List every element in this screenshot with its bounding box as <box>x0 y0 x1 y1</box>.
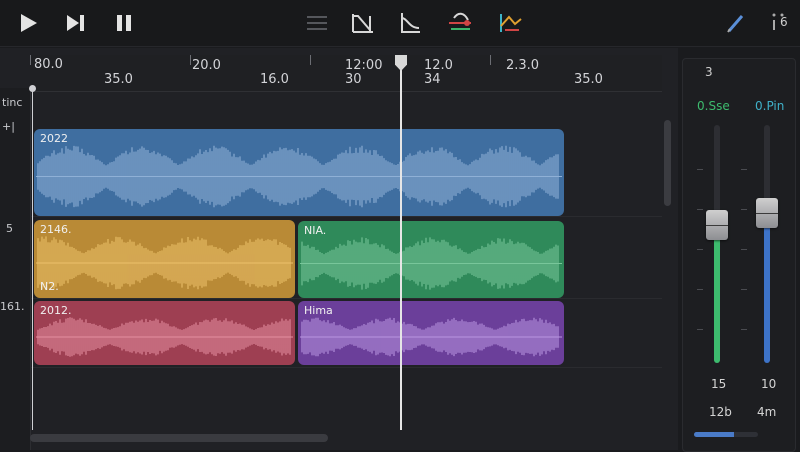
time-ruler[interactable]: 80.0 35.0 20.0 16.0 12:00 30 12.0 34 2.3… <box>30 55 662 92</box>
fader-level-2 <box>764 213 770 363</box>
play-icon <box>21 14 37 32</box>
audio-clip[interactable]: 2146. N2. <box>34 220 295 298</box>
menu-button[interactable] <box>303 9 331 37</box>
scale-tick <box>697 169 703 170</box>
pencil-icon <box>727 15 744 33</box>
channel-sub: 12b <box>709 405 732 419</box>
vertical-scrollbar[interactable] <box>664 120 671 206</box>
ruler-label: 30 <box>345 72 362 87</box>
scale-tick <box>741 329 747 330</box>
clip-label: Hima <box>304 304 333 317</box>
output-meter-level <box>694 432 734 437</box>
clip-label: 2146. <box>40 223 72 236</box>
mix-tool-button[interactable] <box>446 9 474 37</box>
curve-tool-button[interactable] <box>497 9 525 37</box>
envelope-tool-button[interactable] <box>396 9 424 37</box>
fader-knob-2[interactable] <box>756 198 778 228</box>
mixer-title: 3 <box>705 65 713 79</box>
fader-knob-1[interactable] <box>706 210 728 240</box>
waveform <box>36 145 562 208</box>
playhead[interactable] <box>400 62 402 430</box>
clip-label: NIA. <box>304 224 327 237</box>
ruler-label: 12:00 <box>345 58 383 73</box>
curve-icon <box>500 14 522 32</box>
scale-tick <box>697 209 703 210</box>
fader-level-1 <box>714 225 720 363</box>
scale-tick <box>697 329 703 330</box>
ruler-label: 34 <box>424 72 441 87</box>
envelope-icon <box>401 13 420 33</box>
ruler-label: 16.0 <box>260 72 289 87</box>
mixer-panel: 3 0.Sse 0.Pin 15 10 12b 4m <box>682 58 796 452</box>
skip-forward-icon <box>67 15 84 31</box>
track-header-label: 5 <box>6 222 13 235</box>
audio-clip[interactable]: 2022 <box>34 129 564 216</box>
waveform <box>300 237 562 290</box>
scale-tick <box>741 209 747 210</box>
ruler-tick <box>490 55 491 65</box>
waveform <box>300 317 562 357</box>
channel-value: 15 <box>711 377 727 391</box>
ruler-label: 35.0 <box>104 72 133 87</box>
pause-icon <box>117 15 131 31</box>
ruler-tick <box>190 55 191 65</box>
ruler-tick <box>310 55 311 65</box>
scale-tick <box>741 289 747 290</box>
settings-label: 6 <box>780 15 788 29</box>
audio-clip[interactable]: 2012. <box>34 301 295 365</box>
menu-lines-icon <box>307 16 327 30</box>
pencil-button[interactable] <box>722 9 750 37</box>
scale-tick <box>741 249 747 250</box>
scale-tick <box>697 289 703 290</box>
clip-label: 2012. <box>40 304 72 317</box>
transport-toolbar: 6 <box>0 0 800 47</box>
pause-button[interactable] <box>110 9 138 37</box>
waveform <box>36 236 293 290</box>
mix-icon <box>449 12 471 30</box>
ruler-label: 12.0 <box>424 58 453 73</box>
automation-icon <box>352 14 373 33</box>
waveform <box>36 317 293 357</box>
ruler-label: 2.3.0 <box>506 58 540 73</box>
ruler-label: 80.0 <box>34 57 63 72</box>
fader-track-1[interactable] <box>714 125 720 363</box>
output-meter <box>694 432 758 437</box>
fader-track-2[interactable] <box>764 125 770 363</box>
clip-label: 2022 <box>40 132 68 145</box>
skip-forward-button[interactable] <box>62 9 90 37</box>
channel-name: 0.Pin <box>755 99 785 113</box>
scale-tick <box>697 249 703 250</box>
horizontal-scrollbar[interactable] <box>30 434 328 442</box>
track-header-label: 161. <box>0 300 25 313</box>
channel-sub: 4m <box>757 405 777 419</box>
audio-clip[interactable]: Hima <box>298 301 564 365</box>
automation-tool-button[interactable] <box>349 9 377 37</box>
play-button[interactable] <box>14 9 42 37</box>
clip-sublabel: N2. <box>40 280 59 293</box>
ruler-tick <box>30 55 31 65</box>
channel-name: 0.Sse <box>697 99 730 113</box>
scale-tick <box>741 169 747 170</box>
settings-button[interactable]: 6 <box>764 9 792 37</box>
channel-value: 10 <box>761 377 777 391</box>
track-header-column: tinc +| 5 161. <box>0 88 31 450</box>
track-header-label: +| <box>2 120 15 133</box>
loop-start-handle[interactable] <box>29 85 36 92</box>
ruler-label: 35.0 <box>574 72 603 87</box>
audio-clip[interactable]: NIA. <box>298 221 564 298</box>
track-header-label: tinc <box>2 96 23 109</box>
loop-start-marker[interactable] <box>32 88 33 430</box>
ruler-label: 20.0 <box>192 58 221 73</box>
